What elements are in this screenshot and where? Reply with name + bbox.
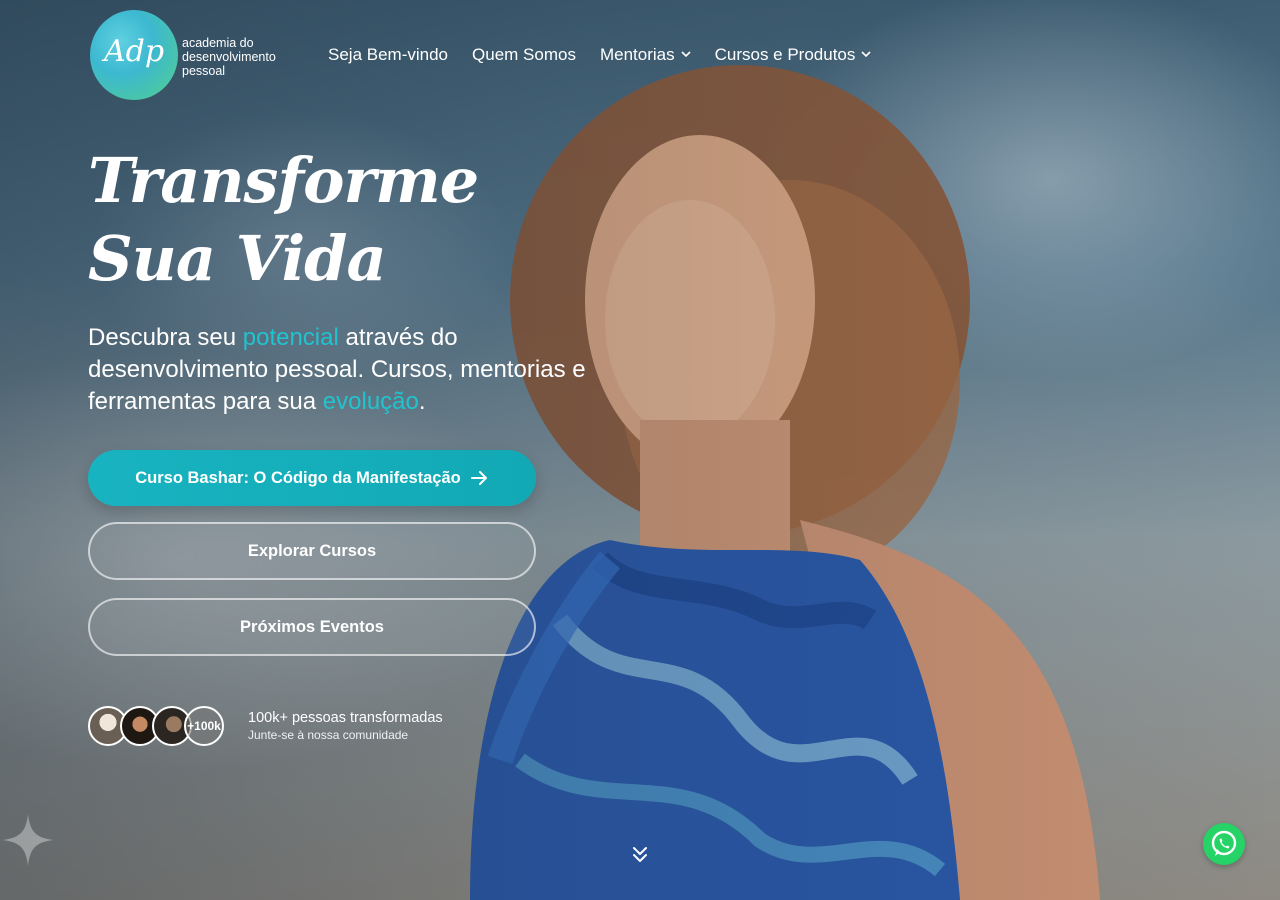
subtitle-accent: potencial: [242, 324, 339, 351]
button-label: Curso Bashar: O Código da Manifestação: [135, 468, 461, 487]
nav-item-label: Mentorias: [599, 45, 675, 64]
whatsapp-icon: [1211, 830, 1237, 856]
community-count-badge: +100k: [184, 706, 224, 746]
chevron-down-icon: [681, 51, 691, 58]
nav-item-mentorias[interactable]: Mentorias: [600, 45, 691, 65]
nav-item-seja-bem-vindo[interactable]: Seja Bem-vindo: [328, 45, 448, 65]
whatsapp-button[interactable]: [1203, 823, 1245, 865]
community-subtitle: Junte-se à nossa comunidade: [248, 728, 409, 742]
nav-item-label: Cursos e Produtos: [714, 45, 856, 64]
hero-subtitle: Descubra seu potencial através do desenv…: [88, 322, 628, 418]
button-label: Próximos Eventos: [240, 617, 384, 636]
explore-courses-button[interactable]: Explorar Cursos: [88, 522, 536, 580]
nav-item-label: Seja Bem-vindo: [328, 45, 449, 64]
community-proof: +100k 100k+ pessoas transformadas Junte-…: [88, 706, 443, 746]
logo-line: desenvolvimento: [182, 50, 276, 64]
sparkle-icon: [2, 814, 54, 866]
subtitle-text: Descubra seu: [88, 324, 243, 351]
community-text: 100k+ pessoas transformadas Junte-se à n…: [248, 710, 443, 742]
site-header: Adp academia do desenvolvimento pessoal …: [0, 0, 1280, 112]
nav-item-label: Quem Somos: [472, 45, 576, 64]
hero-headline: Transforme Sua Vida: [88, 142, 479, 298]
nav-item-quem-somos[interactable]: Quem Somos: [472, 45, 576, 65]
button-label: Explorar Cursos: [247, 541, 377, 560]
headline-line: Sua Vida: [88, 222, 387, 295]
logo-mark: Adp: [104, 34, 165, 69]
double-chevron-down-icon[interactable]: [630, 845, 650, 865]
main-nav: Seja Bem-vindo Quem Somos Mentorias Curs…: [328, 45, 871, 65]
bashar-course-button[interactable]: Curso Bashar: O Código da Manifestação: [88, 450, 536, 506]
community-title: 100k+ pessoas transformadas: [248, 710, 443, 726]
subtitle-accent: evolução: [322, 388, 419, 415]
arrow-right-icon: [470, 471, 487, 485]
logo-text: academia do desenvolvimento pessoal: [182, 36, 292, 78]
chevron-down-icon: [861, 51, 871, 58]
upcoming-events-button[interactable]: Próximos Eventos: [88, 598, 536, 656]
site-logo[interactable]: Adp academia do desenvolvimento pessoal: [90, 10, 280, 102]
nav-item-cursos-e-produtos[interactable]: Cursos e Produtos: [715, 45, 872, 65]
headline-line: Transforme: [88, 144, 479, 217]
avatar-stack: +100k: [88, 706, 224, 746]
subtitle-text: .: [418, 388, 426, 415]
logo-line: academia do: [182, 36, 254, 50]
logo-line: pessoal: [182, 64, 226, 78]
